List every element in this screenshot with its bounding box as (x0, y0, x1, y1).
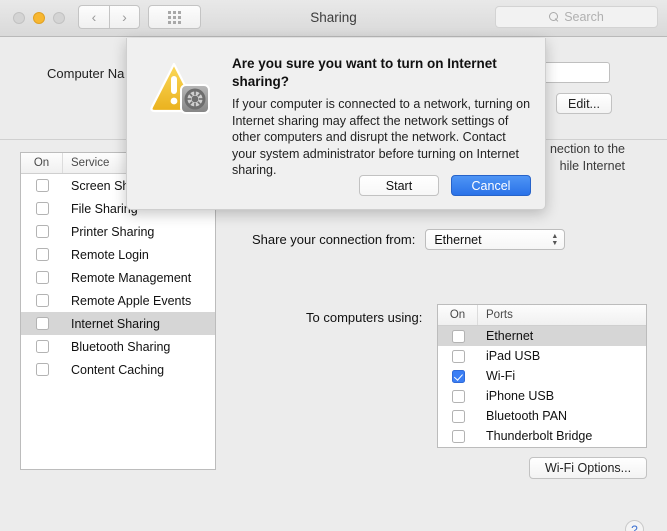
port-row-ipad-usb[interactable]: iPad USB (438, 346, 646, 366)
port-row-bluetooth-pan[interactable]: Bluetooth PAN (438, 406, 646, 426)
port-name: iPad USB (486, 349, 541, 363)
port-row-thunderbolt-bridge[interactable]: Thunderbolt Bridge (438, 426, 646, 446)
checkbox-checked-icon[interactable] (451, 369, 465, 383)
service-checkbox-cell[interactable] (21, 294, 63, 307)
services-col-on: On (21, 153, 63, 173)
table-row[interactable]: Remote Apple Events (21, 289, 215, 312)
service-name: Remote Login (71, 247, 149, 262)
service-checkbox-cell[interactable] (21, 340, 63, 353)
service-name: Content Caching (71, 362, 165, 377)
port-checkbox-cell[interactable] (438, 329, 478, 343)
port-name: iPhone USB (486, 389, 555, 403)
ports-table[interactable]: On Ports Ethernet iPad USB Wi-Fi iPhone … (437, 304, 647, 448)
table-row[interactable]: Printer Sharing (21, 220, 215, 243)
search-icon (549, 12, 559, 22)
checkbox-icon[interactable] (451, 429, 465, 443)
checkbox-icon[interactable] (35, 179, 49, 192)
share-from-value: Ethernet (434, 232, 482, 247)
warning-triangle-with-gear-badge-icon (149, 59, 213, 119)
dialog-button-row: Start Cancel (359, 175, 531, 196)
checkbox-icon[interactable] (35, 225, 49, 238)
to-computers-label: To computers using: (306, 310, 423, 325)
ports-col-on: On (438, 305, 478, 325)
service-checkbox-cell[interactable] (21, 363, 63, 376)
port-name: Ethernet (486, 329, 534, 343)
port-checkbox-cell[interactable] (438, 429, 478, 443)
start-button[interactable]: Start (359, 175, 439, 196)
checkbox-icon[interactable] (35, 202, 49, 215)
table-row[interactable]: Remote Management (21, 266, 215, 289)
computer-name-label: Computer Na (47, 66, 125, 81)
port-name: Wi-Fi (486, 369, 516, 383)
checkbox-icon[interactable] (451, 409, 465, 423)
port-row-wifi[interactable]: Wi-Fi (438, 366, 646, 386)
service-checkbox-cell[interactable] (21, 248, 63, 261)
dialog-title: Are you sure you want to turn on Interne… (232, 56, 497, 89)
checkbox-icon[interactable] (35, 317, 49, 330)
port-checkbox-cell[interactable] (438, 389, 478, 403)
table-row[interactable]: Content Caching (21, 358, 215, 381)
service-checkbox-cell[interactable] (21, 225, 63, 238)
table-row[interactable]: Bluetooth Sharing (21, 335, 215, 358)
service-name: Printer Sharing (71, 224, 155, 239)
port-name: Bluetooth PAN (486, 409, 568, 423)
checkbox-icon[interactable] (35, 363, 49, 376)
cancel-button[interactable]: Cancel (451, 175, 531, 196)
checkbox-icon[interactable] (451, 389, 465, 403)
service-checkbox-cell[interactable] (21, 202, 63, 215)
service-checkbox-cell[interactable] (21, 271, 63, 284)
sharing-preferences-window: ‹ › Sharing Search Computer Na Edit... O… (0, 0, 667, 531)
service-name: Remote Apple Events (71, 293, 192, 308)
service-checkbox-cell[interactable] (21, 317, 63, 330)
help-button[interactable]: ? (625, 520, 644, 531)
table-row-internet-sharing[interactable]: Internet Sharing (21, 312, 215, 335)
service-name: Remote Management (71, 270, 192, 285)
ports-col-ports: Ports (486, 309, 513, 321)
dialog-message: If your computer is connected to a netwo… (232, 97, 531, 177)
checkbox-icon[interactable] (451, 349, 465, 363)
port-row-ethernet[interactable]: Ethernet (438, 326, 646, 346)
search-field[interactable]: Search (495, 6, 658, 28)
checkbox-icon[interactable] (35, 271, 49, 284)
port-checkbox-cell[interactable] (438, 349, 478, 363)
share-connection-row: Share your connection from: Ethernet ▲ ▼ (252, 229, 566, 250)
service-checkbox-cell[interactable] (21, 179, 63, 192)
wifi-options-button[interactable]: Wi-Fi Options... (529, 457, 647, 479)
port-checkbox-cell[interactable] (438, 409, 478, 423)
checkbox-icon[interactable] (35, 248, 49, 261)
confirmation-dialog: Are you sure you want to turn on Interne… (126, 38, 546, 210)
checkbox-icon[interactable] (35, 294, 49, 307)
edit-button[interactable]: Edit... (556, 93, 612, 114)
ports-table-header: On Ports (438, 305, 646, 326)
checkbox-icon[interactable] (451, 329, 465, 343)
chevron-updown-icon: ▲ ▼ (551, 232, 559, 247)
window-titlebar: ‹ › Sharing Search (0, 0, 667, 37)
port-name: Thunderbolt Bridge (486, 429, 593, 443)
search-placeholder: Search (564, 10, 604, 24)
table-row[interactable]: Remote Login (21, 243, 215, 266)
port-checkbox-cell[interactable] (438, 369, 478, 383)
service-name: Internet Sharing (71, 316, 160, 331)
share-from-label: Share your connection from: (252, 232, 416, 247)
service-name: Bluetooth Sharing (71, 339, 171, 354)
checkbox-icon[interactable] (35, 340, 49, 353)
share-from-dropdown[interactable]: Ethernet ▲ ▼ (425, 229, 566, 250)
port-row-iphone-usb[interactable]: iPhone USB (438, 386, 646, 406)
